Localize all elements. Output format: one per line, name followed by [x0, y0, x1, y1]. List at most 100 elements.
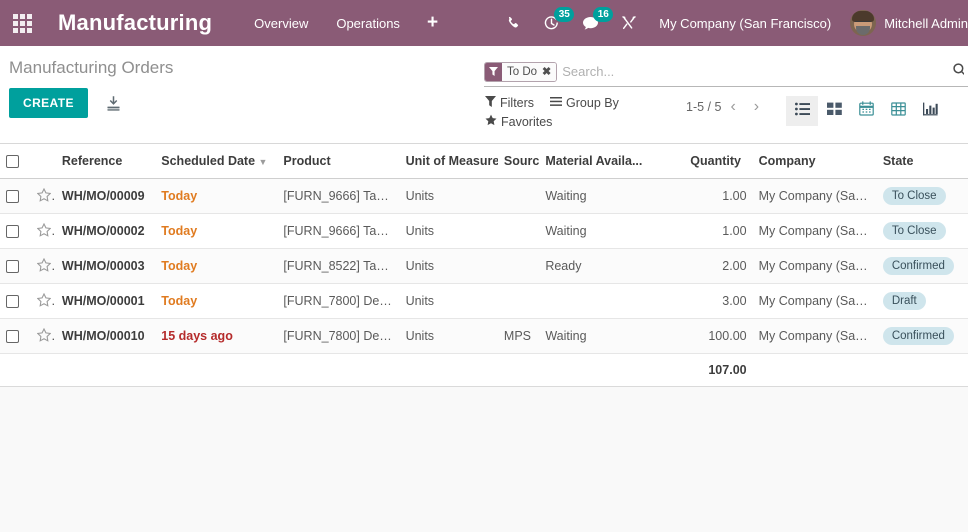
- row-star-cell: [31, 213, 56, 250]
- table-row[interactable]: WH/MO/00001 Today [FURN_7800] Des… Units…: [0, 283, 968, 320]
- cell-unit-of-measure: Units: [399, 283, 498, 320]
- row-checkbox[interactable]: [6, 225, 19, 239]
- search-dropdown-menus: Filters Group By Favorites: [484, 96, 669, 133]
- cell-reference: WH/MO/00002: [55, 213, 156, 250]
- cell-unit-of-measure: Units: [399, 178, 498, 215]
- phone-button[interactable]: [495, 0, 532, 46]
- breadcrumb[interactable]: Manufacturing Orders: [0, 46, 484, 82]
- app-brand-title[interactable]: Manufacturing: [58, 10, 212, 36]
- close-icon[interactable]: ✖: [542, 65, 551, 78]
- menu-operations[interactable]: Operations: [322, 0, 414, 46]
- table-row[interactable]: WH/MO/00010 15 days ago [FURN_7800] Des……: [0, 318, 968, 355]
- search-facet-todo[interactable]: To Do ✖: [484, 61, 558, 82]
- cell-material-availability: Waiting: [539, 178, 685, 215]
- star-icon[interactable]: [36, 187, 52, 205]
- pager-next-button[interactable]: ›: [745, 99, 768, 115]
- row-checkbox[interactable]: [6, 190, 19, 204]
- calendar-icon: [858, 101, 874, 121]
- list-icon: [794, 102, 810, 121]
- cell-state: To Close: [876, 213, 968, 250]
- table-row[interactable]: WH/MO/00003 Today [FURN_8522] Tab… Units…: [0, 248, 968, 285]
- pager-previous-button[interactable]: ‹: [721, 99, 744, 115]
- view-kanban[interactable]: [818, 96, 850, 126]
- user-menu[interactable]: Mitchell Admin: [842, 0, 968, 46]
- table-footer: 107.00: [0, 353, 968, 388]
- column-header-scheduled-date[interactable]: Scheduled Date ▼: [155, 144, 278, 180]
- footer-spacer-2: [31, 353, 56, 388]
- table-row[interactable]: WH/MO/00009 Today [FURN_9666] Tab… Units…: [0, 178, 968, 215]
- cell-unit-of-measure: Units: [399, 318, 498, 355]
- row-checkbox[interactable]: [6, 295, 19, 309]
- row-star-cell: [31, 248, 56, 285]
- column-header-reference[interactable]: Reference: [55, 144, 156, 180]
- column-header-company[interactable]: Company: [752, 144, 877, 180]
- top-navbar: Manufacturing Overview Operations + 35 1…: [0, 0, 968, 46]
- favorites-menu[interactable]: Favorites: [485, 114, 552, 129]
- cell-company: My Company (Sa…: [752, 178, 877, 215]
- column-header-source[interactable]: Source: [497, 144, 540, 180]
- search-input[interactable]: [562, 64, 948, 79]
- column-header-unit-of-measure[interactable]: Unit of Measure: [399, 144, 498, 180]
- groupby-menu[interactable]: Group By: [550, 96, 619, 110]
- create-button[interactable]: CREATE: [9, 88, 88, 118]
- debug-menu-button[interactable]: [610, 0, 648, 46]
- cell-product: [FURN_7800] Des…: [277, 283, 400, 320]
- cell-quantity: 2.00: [684, 248, 753, 285]
- header-row: Reference Scheduled Date ▼ Product Unit …: [0, 144, 968, 180]
- menu-add-button[interactable]: +: [414, 0, 451, 46]
- filters-menu-label: Filters: [500, 96, 535, 110]
- cell-material-availability: Waiting: [539, 318, 685, 355]
- company-switcher[interactable]: My Company (San Francisco): [648, 0, 842, 46]
- star-header: [31, 144, 56, 180]
- cell-scheduled-date: Today: [155, 283, 278, 320]
- cell-material-availability: Ready: [539, 248, 685, 285]
- column-header-material-availability[interactable]: Material Availa...: [539, 144, 685, 180]
- messaging-menu-button[interactable]: 16: [571, 0, 614, 46]
- select-all-checkbox[interactable]: [6, 155, 19, 169]
- star-icon: [485, 114, 501, 129]
- search-facet-label: To Do ✖: [502, 62, 557, 81]
- activity-menu-button[interactable]: 35: [532, 0, 575, 46]
- menu-overview[interactable]: Overview: [240, 0, 322, 46]
- phone-icon: [506, 16, 521, 31]
- row-checkbox[interactable]: [6, 260, 19, 274]
- cell-scheduled-date: Today: [155, 248, 278, 285]
- apps-menu-toggle[interactable]: [0, 0, 44, 46]
- cell-source: [497, 283, 540, 320]
- favorites-menu-label: Favorites: [501, 114, 553, 129]
- cell-scheduled-date: Today: [155, 213, 278, 250]
- filters-menu[interactable]: Filters: [485, 96, 534, 110]
- star-icon[interactable]: [36, 292, 52, 310]
- column-header-state[interactable]: State: [876, 144, 968, 180]
- debug-tools-icon: [621, 15, 637, 31]
- footer-spacer-3: [55, 353, 156, 388]
- column-header-product[interactable]: Product: [277, 144, 400, 180]
- table-row[interactable]: WH/MO/00002 Today [FURN_9666] Tab… Units…: [0, 213, 968, 250]
- star-icon[interactable]: [36, 257, 52, 275]
- search-icon[interactable]: [952, 62, 964, 82]
- view-pivot[interactable]: [882, 96, 914, 126]
- view-graph[interactable]: [914, 96, 946, 126]
- cell-state: Confirmed: [876, 318, 968, 355]
- export-download-icon[interactable]: [105, 95, 122, 112]
- pivot-table-icon: [890, 101, 906, 121]
- footer-spacer-9: [752, 353, 877, 388]
- cell-quantity: 3.00: [684, 283, 753, 320]
- row-checkbox[interactable]: [6, 330, 19, 344]
- control-panel-buttons: CREATE: [0, 82, 484, 130]
- systray: 35 16 My Company (San Francisco) Mitchel…: [495, 0, 968, 46]
- pager-value[interactable]: 1-5 / 5: [686, 100, 721, 114]
- table-header: Reference Scheduled Date ▼ Product Unit …: [0, 144, 968, 180]
- view-list[interactable]: [786, 96, 819, 126]
- view-calendar[interactable]: [850, 96, 882, 126]
- filter-funnel-icon: [485, 96, 500, 110]
- star-icon[interactable]: [36, 327, 52, 345]
- footer-spacer-8: [539, 353, 685, 388]
- cell-reference: WH/MO/00009: [55, 178, 156, 215]
- star-icon[interactable]: [36, 222, 52, 240]
- cell-source: [497, 248, 540, 285]
- column-header-quantity[interactable]: Quantity: [684, 144, 753, 180]
- select-all-header: [0, 144, 32, 180]
- cell-scheduled-date: 15 days ago: [155, 318, 278, 355]
- avatar: [850, 10, 877, 36]
